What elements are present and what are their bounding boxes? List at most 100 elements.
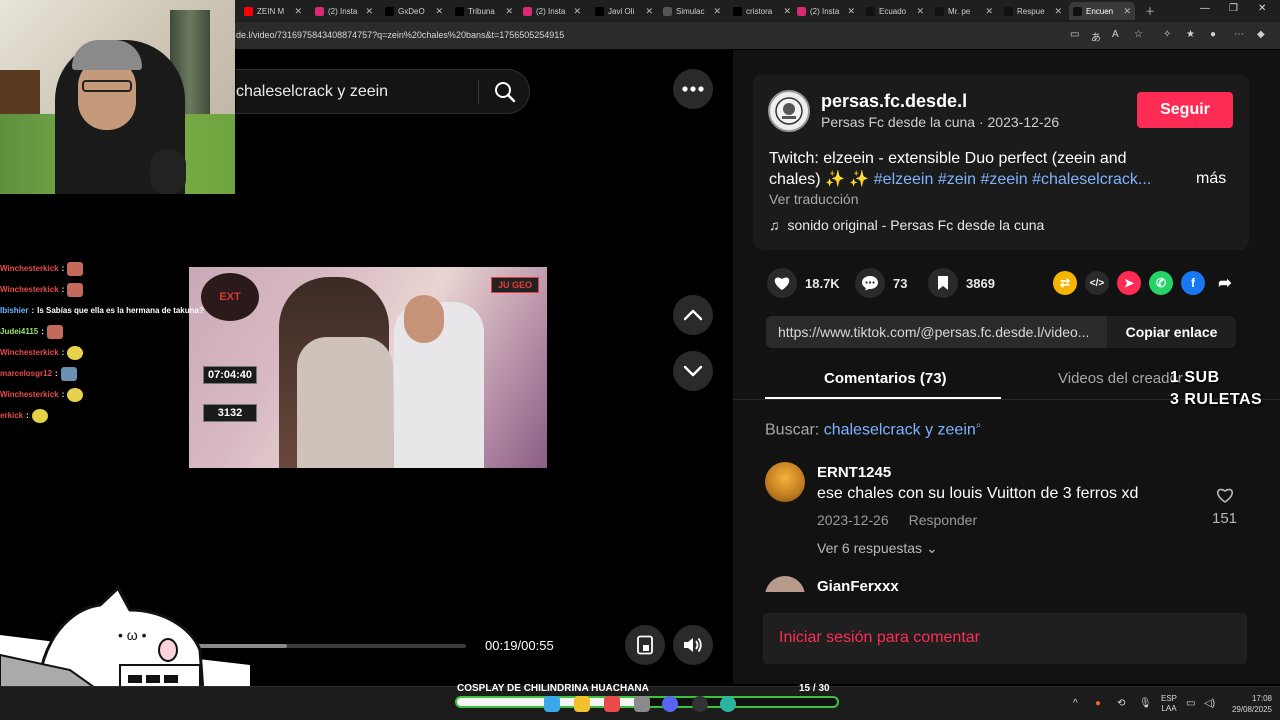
input-language[interactable]: ESP LAA (1161, 694, 1177, 714)
browser-tab[interactable]: Ecuado ✕ (862, 2, 928, 20)
tab-comments[interactable]: Comentarios (73) (824, 370, 947, 387)
chat-username[interactable]: Winchesterkick (0, 264, 59, 273)
system-clock[interactable]: 17:08 29/08/2025 (1226, 693, 1272, 715)
close-tab-icon[interactable]: ✕ (505, 6, 513, 17)
translate-link[interactable]: Ver traducción (769, 191, 859, 207)
tab-creator-videos[interactable]: Videos del creador (1058, 370, 1183, 387)
browser-tab[interactable]: Javi Oli ✕ (591, 2, 657, 20)
comment-username[interactable]: ERNT1245 (817, 464, 891, 481)
sound-name[interactable]: sonido original - Persas Fc desde la cun… (788, 217, 1045, 233)
copy-link-button[interactable]: Copiar enlace (1107, 316, 1236, 348)
description-hashtags[interactable]: #elzeein #zein #zeein #chaleselcrack... (874, 171, 1152, 188)
embed-code-icon[interactable]: </> (1085, 271, 1109, 295)
previous-video-button[interactable] (673, 295, 713, 335)
related-search[interactable]: Buscar: chaleselcrack y zeein⌕ (765, 420, 981, 439)
video-link-url[interactable]: https://www.tiktok.com/@persas.fc.desde.… (778, 324, 1108, 340)
taskbar-record-icon[interactable] (604, 696, 620, 712)
browser-tab[interactable]: Mr. pe ✕ (931, 2, 997, 20)
close-tab-icon[interactable]: ✕ (783, 6, 791, 17)
more-menu-icon[interactable]: ⋯ (1234, 29, 1244, 40)
close-tab-icon[interactable]: ✕ (1054, 6, 1062, 17)
repost-icon[interactable]: ⇄ (1053, 271, 1077, 295)
related-search-keyword[interactable]: chaleselcrack y zeein (824, 421, 976, 438)
close-tab-icon[interactable]: ✕ (1123, 6, 1131, 17)
login-to-comment-bar[interactable]: Iniciar sesión para comentar (763, 613, 1247, 664)
next-video-button[interactable] (673, 351, 713, 391)
new-tab-button[interactable]: ＋ (1145, 3, 1155, 18)
close-tab-icon[interactable]: ✕ (435, 6, 443, 17)
comment-avatar[interactable] (765, 462, 805, 502)
share-arrow-icon[interactable]: ➦ (1213, 271, 1237, 295)
browser-icon[interactable] (720, 696, 736, 712)
minimize-button[interactable]: — (1200, 3, 1210, 14)
chat-username[interactable]: Judei4115 (0, 327, 38, 336)
comment-username[interactable]: GianFerxxx (817, 578, 899, 592)
close-tab-icon[interactable]: ✕ (294, 6, 302, 17)
close-tab-icon[interactable]: ✕ (985, 6, 993, 17)
send-icon[interactable]: ➤ (1117, 271, 1141, 295)
like-action[interactable]: 18.7K (767, 268, 840, 298)
close-window-button[interactable]: ✕ (1258, 3, 1266, 14)
profile-icon[interactable]: ● (1210, 29, 1216, 40)
tray-chevron-up-icon[interactable]: ^ (1073, 698, 1078, 709)
more-options-button[interactable] (673, 69, 713, 109)
close-tab-icon[interactable]: ✕ (916, 6, 924, 17)
browser-tab[interactable]: Respue ✕ (1000, 2, 1066, 20)
comment-action[interactable]: 73 (855, 268, 907, 298)
comment-like-button[interactable] (1212, 486, 1238, 509)
chat-username[interactable]: marcelosgr12 (0, 369, 52, 378)
close-tab-icon[interactable]: ✕ (847, 6, 855, 17)
search-icon[interactable] (493, 80, 517, 104)
favorites-icon[interactable]: ★ (1186, 29, 1195, 40)
reply-button[interactable]: Responder (909, 512, 978, 528)
restore-button[interactable]: ❐ (1229, 3, 1238, 14)
whatsapp-icon[interactable]: ✆ (1149, 271, 1173, 295)
translate-icon[interactable]: あ (1091, 29, 1101, 44)
view-replies-button[interactable]: Ver 6 respuestas ⌄ (817, 540, 938, 557)
taskbar-folder-icon[interactable] (574, 696, 590, 712)
chat-username[interactable]: Ibishier (0, 306, 28, 315)
browser-tab[interactable]: (2) Insta ✕ (311, 2, 377, 20)
save-action[interactable]: 3869 (928, 268, 995, 298)
browser-tab[interactable]: ZEIN M ✕ (240, 2, 306, 20)
close-tab-icon[interactable]: ✕ (365, 6, 373, 17)
taskbar-app-icon[interactable] (544, 696, 560, 712)
browser-tab[interactable]: (2) Insta ✕ (793, 2, 859, 20)
browser-tab[interactable]: Simulac ✕ (659, 2, 725, 20)
extensions-icon[interactable]: ✧ (1163, 29, 1171, 40)
more-link[interactable]: más (1196, 170, 1226, 188)
close-tab-icon[interactable]: ✕ (573, 6, 581, 17)
network-icon[interactable]: ▭ (1186, 698, 1195, 709)
chat-username[interactable]: erkick (0, 411, 23, 420)
obs-icon[interactable] (692, 696, 708, 712)
close-tab-icon[interactable]: ✕ (713, 6, 721, 17)
chat-username[interactable]: Winchesterkick (0, 285, 59, 294)
sound-row[interactable]: ♫ sonido original - Persas Fc desde la c… (769, 217, 1044, 233)
chat-username[interactable]: Winchesterkick (0, 390, 59, 399)
volume-button[interactable] (673, 625, 713, 665)
favorite-star-icon[interactable]: ☆ (1134, 29, 1143, 40)
chat-username[interactable]: Winchesterkick (0, 348, 59, 357)
comment-avatar[interactable] (765, 576, 805, 592)
url-text[interactable]: de.l/video/7316975843408874757?q=zein%20… (236, 30, 564, 40)
search-input[interactable]: chaleselcrack y zeein (236, 83, 388, 101)
login-to-comment-link[interactable]: Iniciar sesión para comentar (779, 629, 980, 647)
split-screen-icon[interactable]: ▭ (1070, 29, 1079, 40)
video-player[interactable]: EXT JU GEO 07:04:40 3132 (189, 267, 547, 468)
reader-icon[interactable]: A (1112, 29, 1119, 40)
tray-mic-icon[interactable]: 🎙 (1139, 698, 1152, 709)
discord-icon[interactable] (662, 696, 678, 712)
browser-tab[interactable]: (2) Insta ✕ (519, 2, 585, 20)
follow-button[interactable]: Seguir (1137, 92, 1233, 128)
search-box[interactable]: chaleselcrack y zeein (236, 69, 530, 114)
picture-in-picture-button[interactable] (625, 625, 665, 665)
tray-app-icon[interactable]: ● (1095, 698, 1101, 709)
browser-tab[interactable]: Encuen ✕ (1069, 2, 1135, 20)
browser-tab[interactable]: cristora ✕ (729, 2, 795, 20)
taskbar-app-icon[interactable] (634, 696, 650, 712)
author-handle[interactable]: persas.fc.desde.l (821, 91, 967, 112)
speaker-icon[interactable]: ◁) (1204, 698, 1215, 709)
author-avatar[interactable] (768, 90, 810, 132)
browser-tab[interactable]: GxDeO ✕ (381, 2, 447, 20)
browser-tab[interactable]: Tribuna ✕ (451, 2, 517, 20)
